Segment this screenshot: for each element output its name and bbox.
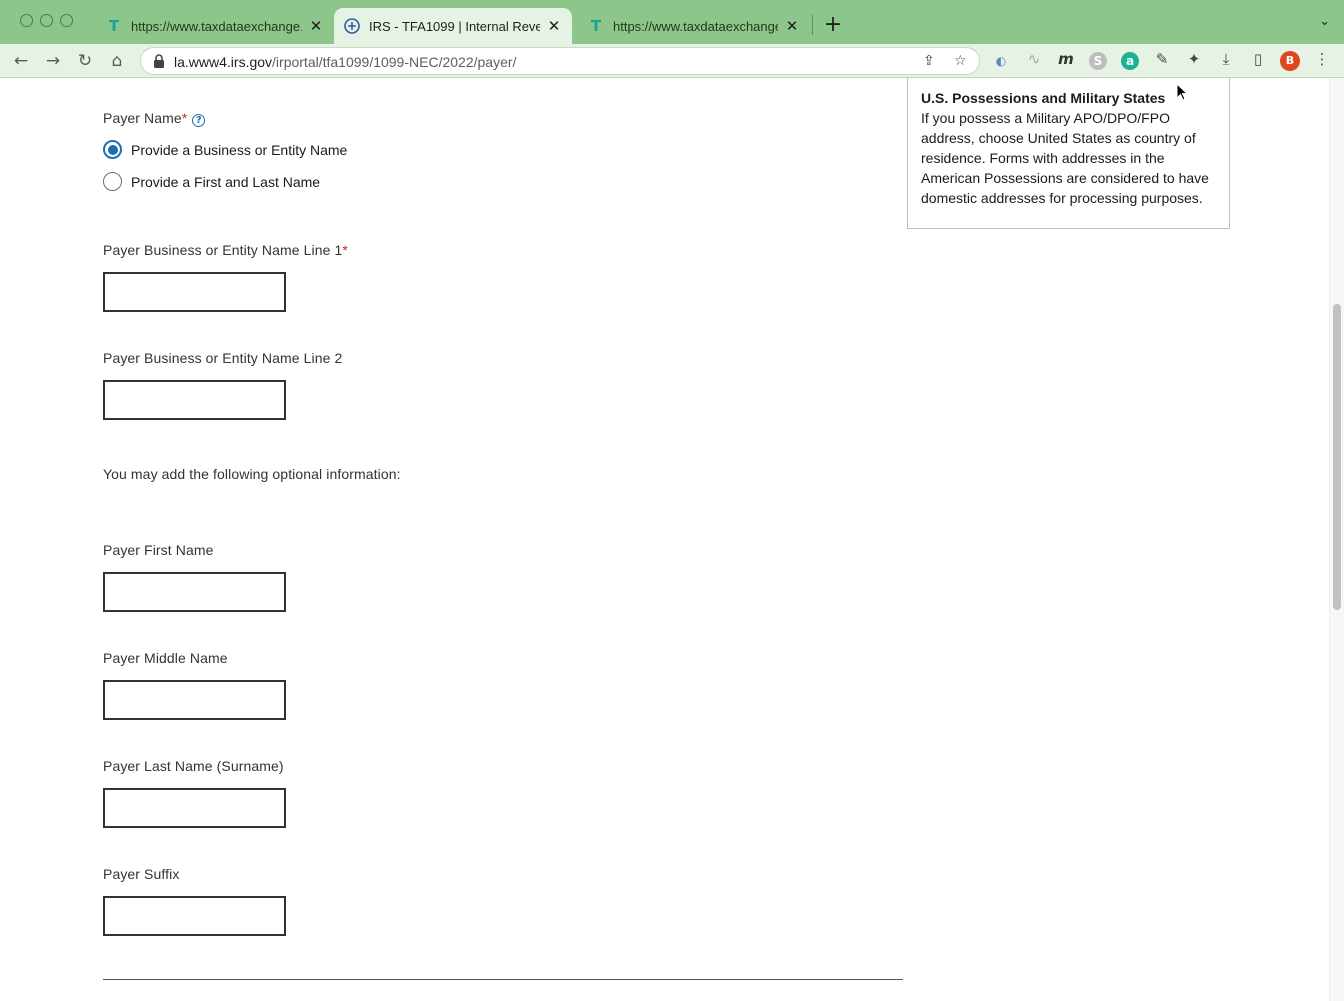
tab-search-chevron-icon[interactable]: ⌄ <box>1319 14 1330 29</box>
radio-first-last-name[interactable]: Provide a First and Last Name <box>103 172 320 191</box>
entity-line2-label: Payer Business or Entity Name Line 2 <box>103 350 343 366</box>
optional-info-note: You may add the following optional infor… <box>103 466 401 482</box>
middle-name-input[interactable] <box>103 680 286 720</box>
scrollbar-thumb[interactable] <box>1333 304 1341 610</box>
radio-label: Provide a Business or Entity Name <box>131 141 348 158</box>
suffix-input[interactable] <box>103 896 286 936</box>
tab-divider <box>812 15 813 35</box>
suffix-label: Payer Suffix <box>103 866 180 882</box>
help-question-icon[interactable]: ? <box>192 114 206 127</box>
extension-m-icon[interactable]: m <box>1056 50 1076 68</box>
radio-business-name[interactable]: Provide a Business or Entity Name <box>103 140 347 159</box>
page-scrollbar[interactable] <box>1329 78 1344 1001</box>
payer-name-label: Payer Name*? <box>103 110 206 127</box>
radio-button-checked[interactable] <box>103 140 122 159</box>
irs-favicon-icon <box>344 18 360 34</box>
browser-menu-icon[interactable]: ⋮ <box>1312 50 1332 68</box>
browser-tab[interactable]: T https://www.taxdataexchange.c ✕ <box>96 8 334 44</box>
close-tab-icon[interactable]: ✕ <box>546 17 562 35</box>
profile-avatar[interactable]: B <box>1280 51 1300 71</box>
required-asterisk: * <box>181 110 188 126</box>
browser-toolbar: ← → ↻ ⌂ la.www4.irs.gov/irportal/tfa1099… <box>0 44 1344 78</box>
entity-line1-label: Payer Business or Entity Name Line 1* <box>103 242 348 258</box>
radio-button[interactable] <box>103 172 122 191</box>
bookmark-star-icon[interactable]: ☆ <box>954 53 967 69</box>
new-tab-plus-icon[interactable]: + <box>822 12 844 37</box>
side-panel-icon[interactable]: ▯ <box>1248 50 1268 68</box>
extension-bubble-icon[interactable]: ∿ <box>1024 50 1044 68</box>
url-text[interactable]: la.www4.irs.gov/irportal/tfa1099/1099-NE… <box>174 54 516 70</box>
share-icon[interactable]: ⇪ <box>923 53 935 69</box>
forward-arrow-icon[interactable]: → <box>41 49 65 73</box>
close-tab-icon[interactable]: ✕ <box>308 17 324 35</box>
extensions-puzzle-icon[interactable]: ✦ <box>1184 50 1204 68</box>
middle-name-label: Payer Middle Name <box>103 650 228 666</box>
browser-tab-active[interactable]: IRS - TFA1099 | Internal Revenu ✕ <box>334 8 572 44</box>
section-divider <box>103 979 903 980</box>
entity-line1-input[interactable] <box>103 272 286 312</box>
tab-title: https://www.taxdataexchange.c <box>131 18 302 34</box>
radio-label: Provide a First and Last Name <box>131 173 321 190</box>
mouse-cursor-icon <box>1176 83 1188 101</box>
extension-s-icon[interactable]: S <box>1089 52 1107 70</box>
extension-swirl-icon[interactable]: ◐ <box>992 52 1010 70</box>
maximize-window-button[interactable] <box>60 14 73 27</box>
tab-title: https://www.taxdataexchange.c <box>613 18 778 34</box>
lock-icon[interactable] <box>153 54 165 68</box>
home-icon[interactable]: ⌂ <box>105 49 129 73</box>
entity-line2-input[interactable] <box>103 380 286 420</box>
last-name-input[interactable] <box>103 788 286 828</box>
required-asterisk: * <box>342 242 348 258</box>
sidebar-body: If you possess a Military APO/DPO/FPO ad… <box>921 110 1209 206</box>
last-name-label: Payer Last Name (Surname) <box>103 758 284 774</box>
reload-icon[interactable]: ↻ <box>73 49 97 73</box>
taxdata-favicon-icon: T <box>590 17 602 35</box>
extension-edit-icon[interactable]: ✎ <box>1152 50 1172 68</box>
browser-tab[interactable]: T https://www.taxdataexchange.c ✕ <box>578 8 810 44</box>
sidebar-title: U.S. Possessions and Military States <box>921 90 1166 106</box>
first-name-input[interactable] <box>103 572 286 612</box>
address-bar[interactable]: la.www4.irs.gov/irportal/tfa1099/1099-NE… <box>140 47 980 75</box>
close-window-button[interactable] <box>20 14 33 27</box>
page-content: U.S. Possessions and Military States If … <box>0 78 1344 1001</box>
taxdata-favicon-icon: T <box>108 17 120 35</box>
tab-strip: T https://www.taxdataexchange.c ✕ IRS - … <box>0 0 1344 44</box>
extension-a-icon[interactable]: a <box>1121 52 1139 70</box>
tab-title: IRS - TFA1099 | Internal Revenu <box>369 18 540 34</box>
download-icon[interactable]: ⤓ <box>1216 50 1236 68</box>
back-arrow-icon[interactable]: ← <box>9 49 33 73</box>
close-tab-icon[interactable]: ✕ <box>784 17 800 35</box>
first-name-label: Payer First Name <box>103 542 214 558</box>
minimize-window-button[interactable] <box>40 14 53 27</box>
